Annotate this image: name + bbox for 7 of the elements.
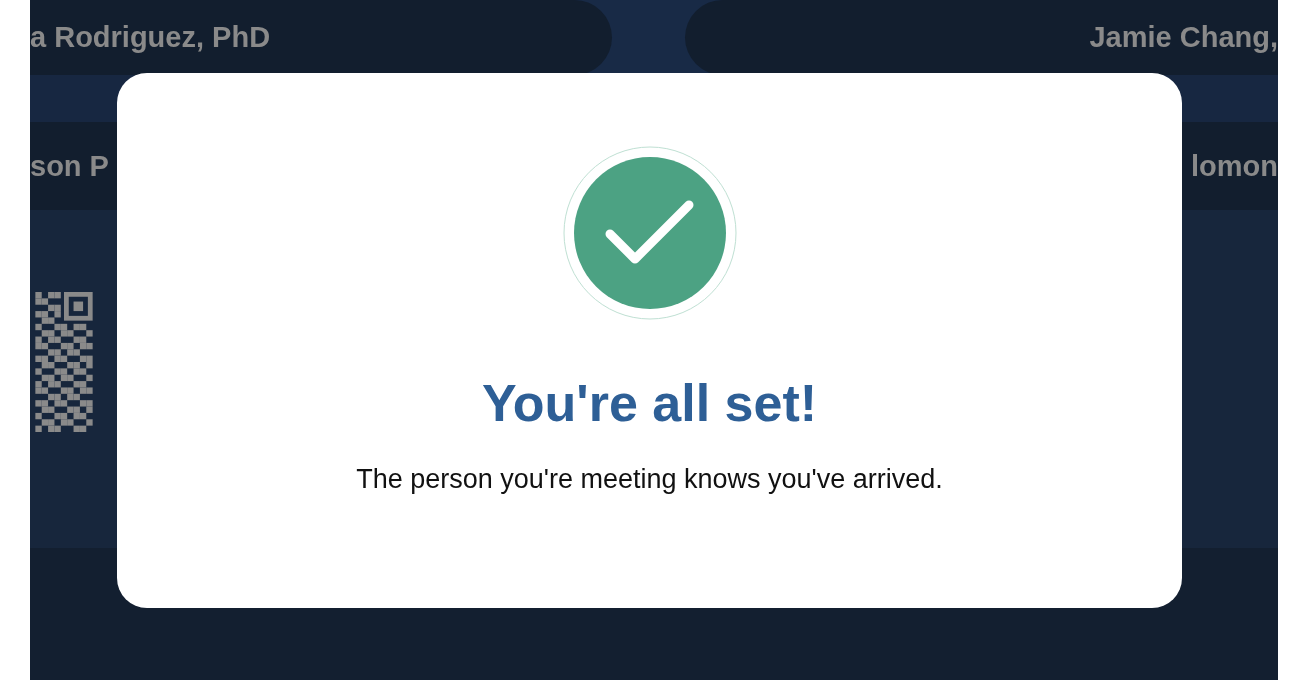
dialog-title: You're all set! (481, 373, 818, 434)
name-card[interactable]: a Rodriguez, PhD (30, 0, 612, 75)
name-label: lomon (1191, 149, 1278, 183)
dialog-message: The person you're meeting knows you've arrived. (356, 464, 943, 496)
name-card[interactable]: Jamie Chang, (685, 0, 1278, 75)
check-icon (562, 146, 737, 320)
name-label: son P (30, 149, 109, 183)
